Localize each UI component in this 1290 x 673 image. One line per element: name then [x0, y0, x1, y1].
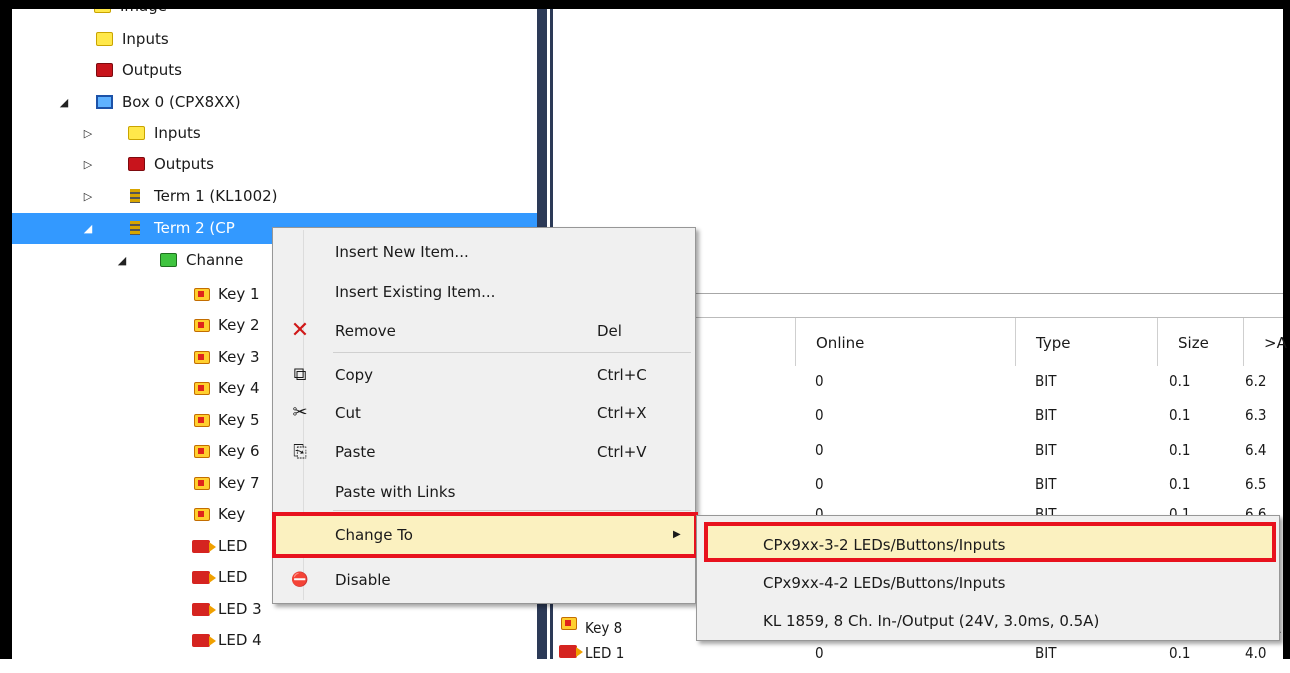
led-output-icon	[192, 571, 216, 584]
led-output-icon	[192, 540, 216, 553]
column-header-online[interactable]: Online	[795, 318, 1015, 366]
key-input-icon	[194, 319, 210, 332]
menu-item-change-to[interactable]: Change To ▶	[272, 512, 698, 558]
submenu-item-cpx9xx-4-2[interactable]: CPx9xx-4-2 LEDs/Buttons/Inputs	[699, 564, 1277, 602]
expand-arrow-icon[interactable]: ▷	[82, 181, 94, 212]
inputs-folder-icon	[96, 32, 113, 46]
key-input-icon	[194, 288, 210, 301]
expand-arrow-icon[interactable]: ▷	[82, 118, 94, 149]
window-frame-top	[0, 0, 1290, 9]
disable-icon: ⛔	[291, 572, 309, 588]
copy-icon: ⧉	[293, 364, 307, 385]
led-output-icon	[192, 634, 216, 647]
tree-item-box-outputs[interactable]: ▷ Outputs	[12, 149, 537, 180]
key-input-icon	[194, 477, 210, 490]
menu-separator	[333, 352, 691, 353]
menu-item-insert-existing[interactable]: Insert Existing Item...	[275, 273, 693, 311]
outputs-folder-icon	[96, 63, 113, 77]
submenu-item-kl1859[interactable]: KL 1859, 8 Ch. In-/Output (24V, 3.0ms, 0…	[699, 602, 1277, 640]
tree-item-outputs[interactable]: Outputs	[12, 55, 537, 86]
expand-arrow-icon[interactable]: ▷	[82, 149, 94, 180]
led-output-icon	[559, 645, 583, 658]
menu-item-copy[interactable]: ⧉ Copy Ctrl+C	[275, 356, 693, 394]
box-icon	[96, 95, 113, 109]
menu-item-remove[interactable]: ✕ Remove Del	[275, 312, 693, 350]
tree-item-led[interactable]: LED 4	[12, 625, 537, 656]
window-frame-left	[0, 0, 12, 659]
column-header-size[interactable]: Size	[1157, 318, 1243, 366]
context-menu: Insert New Item... Insert Existing Item.…	[272, 227, 698, 604]
change-to-submenu: CPx9xx-3-2 LEDs/Buttons/Inputs CPx9xx-4-…	[696, 515, 1280, 641]
tree-item-inputs[interactable]: Inputs	[12, 24, 537, 55]
menu-item-paste-with-links[interactable]: Paste with Links	[275, 473, 693, 511]
remove-x-icon: ✕	[290, 318, 310, 343]
key-input-icon	[194, 445, 210, 458]
terminal-icon	[130, 189, 140, 203]
menu-item-disable[interactable]: ⛔ Disable	[275, 561, 693, 599]
collapse-arrow-icon[interactable]: ◢	[116, 245, 128, 276]
key-input-icon	[561, 617, 577, 630]
menu-separator	[333, 510, 691, 511]
column-header-type[interactable]: Type	[1015, 318, 1157, 366]
scissors-icon: ✂	[292, 402, 308, 423]
column-header-address[interactable]: >A	[1243, 318, 1287, 366]
collapse-arrow-icon[interactable]: ◢	[82, 213, 94, 244]
led-output-icon	[192, 603, 216, 616]
collapse-arrow-icon[interactable]: ◢	[58, 87, 70, 118]
menu-item-cut[interactable]: ✂ Cut Ctrl+X	[275, 394, 693, 432]
key-input-icon	[194, 414, 210, 427]
tree-item-image[interactable]: Image	[12, 9, 537, 22]
terminal-icon	[130, 221, 140, 235]
outputs-folder-icon	[128, 157, 145, 171]
tree-item-box0[interactable]: ◢ Box 0 (CPX8XX)	[12, 87, 537, 118]
menu-item-insert-new[interactable]: Insert New Item...	[275, 233, 693, 271]
tree-item-box-inputs[interactable]: ▷ Inputs	[12, 118, 537, 149]
submenu-arrow-icon: ▶	[673, 529, 681, 540]
key-input-icon	[194, 508, 210, 521]
channel-icon	[160, 253, 177, 267]
inputs-folder-icon	[128, 126, 145, 140]
key-input-icon	[194, 351, 210, 364]
paste-icon: ⎘	[293, 442, 307, 462]
submenu-item-cpx9xx-3-2[interactable]: CPx9xx-3-2 LEDs/Buttons/Inputs	[704, 522, 1276, 562]
tree-item-term1[interactable]: ▷ Term 1 (KL1002)	[12, 181, 537, 212]
key-input-icon	[194, 382, 210, 395]
image-icon	[94, 9, 111, 13]
menu-item-paste[interactable]: ⎘ Paste Ctrl+V	[275, 433, 693, 471]
